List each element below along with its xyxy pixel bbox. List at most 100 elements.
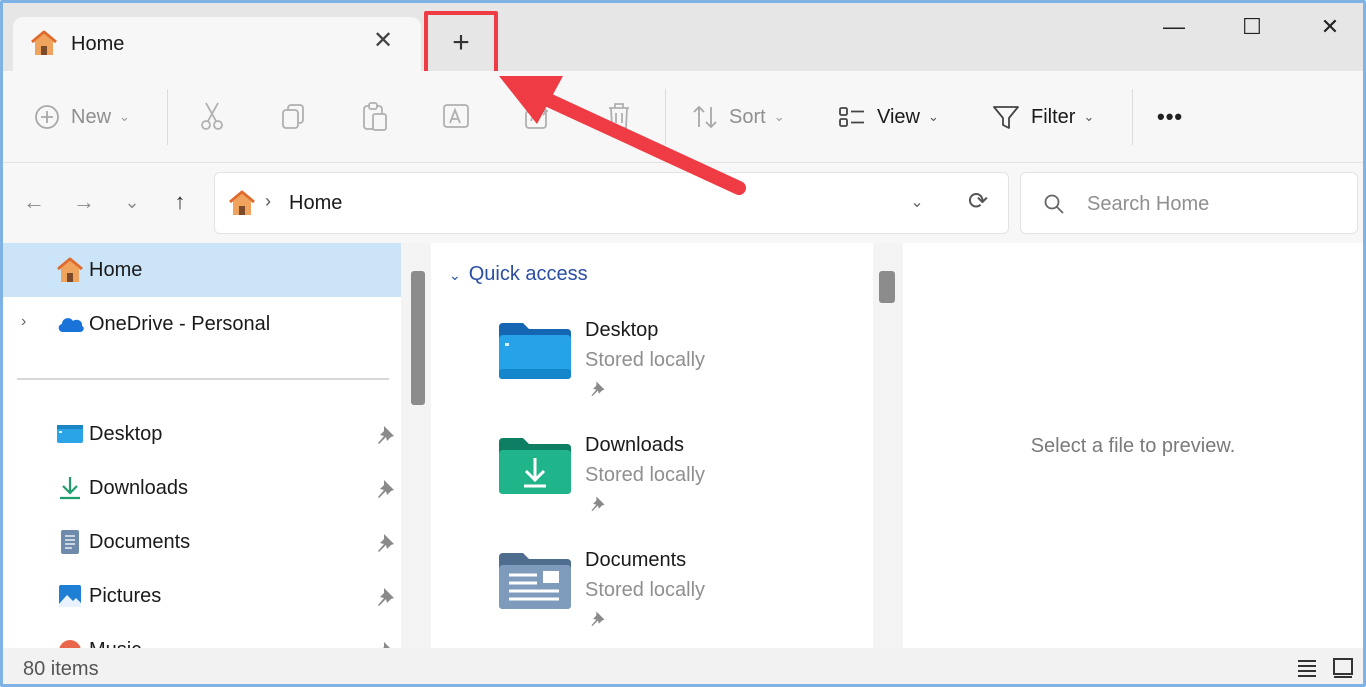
pin-icon [591, 381, 605, 397]
delete-icon[interactable] [603, 99, 635, 133]
tab-title: Home [71, 33, 125, 55]
item-name: Desktop [585, 319, 659, 341]
more-icon: ••• [1157, 104, 1184, 129]
new-label: New [71, 105, 112, 128]
sidebar-divider [17, 378, 389, 380]
sidebar-item-onedrive[interactable]: › OneDrive - Personal [3, 297, 401, 351]
up-button[interactable]: ↑ [163, 185, 197, 219]
sidebar-item-label: Desktop [89, 423, 163, 445]
content-pane: ⌄ Quick access Desktop Stored locally Do… [431, 243, 901, 648]
breadcrumb-home[interactable]: Home [289, 192, 342, 215]
sort-icon [693, 105, 717, 129]
address-history-button[interactable]: ⌄ [903, 189, 931, 217]
pin-icon [591, 611, 605, 627]
quick-access-header[interactable]: ⌄ Quick access [449, 263, 588, 286]
item-count: 80 items [23, 658, 99, 680]
sidebar-scrollbar-thumb[interactable] [411, 271, 425, 405]
filter-button[interactable]: Filter ⌄ [991, 71, 1094, 163]
quick-access-item-documents[interactable]: Documents Stored locally [497, 549, 807, 649]
search-box[interactable] [1020, 172, 1358, 234]
sidebar-item-label: Home [89, 259, 143, 281]
item-status: Stored locally [585, 579, 706, 601]
add-circle-icon [35, 105, 59, 129]
item-name: Downloads [585, 434, 684, 456]
item-name: Documents [585, 549, 687, 571]
tab-home[interactable]: Home ✕ [13, 17, 421, 73]
details-view-icon[interactable] [1295, 656, 1319, 680]
chevron-down-icon: ⌄ [928, 109, 939, 124]
sidebar-item-desktop[interactable]: Desktop [3, 407, 401, 461]
view-icon [839, 107, 864, 127]
minimize-button[interactable]: — [1139, 9, 1209, 45]
new-button[interactable]: New ⌄ [33, 71, 130, 163]
quick-access-item-desktop[interactable]: Desktop Stored locally [497, 319, 807, 419]
preview-pane: Select a file to preview. [903, 243, 1363, 648]
filter-label: Filter [1031, 105, 1076, 128]
desktop-folder-icon [57, 425, 83, 443]
item-status: Stored locally [585, 464, 706, 486]
sidebar-item-label: Documents [89, 531, 191, 553]
explorer-window: Home ✕ + — ☐ ✕ New ⌄ Sort ⌄ View ⌄ Filte… [0, 0, 1366, 687]
status-bar: 80 items [3, 648, 1363, 684]
sidebar-item-documents[interactable]: Documents [3, 515, 401, 569]
address-bar[interactable]: › Home ⌄ ⟳ [214, 172, 1009, 234]
toolbar-divider [1132, 89, 1133, 145]
sidebar-item-label: Music [89, 639, 141, 648]
sidebar-item-label: Pictures [89, 585, 162, 607]
chevron-down-icon: ⌄ [1083, 109, 1095, 124]
toolbar-divider [665, 89, 666, 145]
search-input[interactable] [1087, 187, 1337, 221]
music-icon [59, 640, 81, 648]
search-icon [1044, 194, 1064, 214]
sidebar-item-pictures[interactable]: Pictures [3, 569, 401, 623]
toolbar-divider [167, 89, 168, 145]
paste-icon[interactable] [359, 99, 391, 133]
close-tab-icon[interactable]: ✕ [369, 27, 397, 55]
back-button[interactable]: ← [17, 185, 51, 219]
chevron-down-icon: ⌄ [773, 109, 785, 124]
documents-folder-icon [499, 553, 571, 609]
rename-icon[interactable] [440, 99, 472, 133]
item-status: Stored locally [585, 349, 706, 371]
command-bar: New ⌄ Sort ⌄ View ⌄ Filter ⌄ ••• [3, 71, 1363, 163]
title-bar: Home ✕ + — ☐ ✕ [3, 3, 1363, 79]
filter-icon [993, 106, 1019, 129]
sort-label: Sort [729, 105, 766, 128]
home-icon [57, 257, 83, 282]
tiles-view-icon[interactable] [1331, 656, 1355, 680]
more-options-button[interactable]: ••• [1157, 71, 1183, 163]
breadcrumb-separator: › [265, 191, 271, 211]
expand-icon[interactable]: › [21, 313, 26, 331]
sidebar-item-label: OneDrive - Personal [89, 313, 271, 335]
view-button[interactable]: View ⌄ [837, 71, 939, 163]
cloud-icon [58, 318, 84, 332]
maximize-button[interactable]: ☐ [1217, 9, 1287, 45]
sidebar-item-label: Downloads [89, 477, 188, 499]
content-scrollbar-thumb[interactable] [879, 271, 895, 303]
sidebar-item-downloads[interactable]: Downloads [3, 461, 401, 515]
sidebar-item-home[interactable]: Home [3, 243, 401, 297]
refresh-button[interactable]: ⟳ [963, 187, 993, 217]
forward-button[interactable]: → [67, 185, 101, 219]
new-tab-button[interactable]: + [424, 11, 498, 79]
pin-icon[interactable] [375, 531, 397, 553]
downloads-folder-icon [499, 438, 571, 494]
quick-access-label: Quick access [468, 263, 588, 285]
share-icon[interactable] [521, 99, 553, 133]
sort-button[interactable]: Sort ⌄ [691, 71, 785, 163]
pin-icon[interactable] [375, 423, 397, 445]
home-icon [229, 190, 255, 215]
home-icon [31, 30, 57, 55]
sidebar-item-music[interactable]: Music [3, 623, 401, 648]
view-label: View [877, 105, 920, 128]
cut-icon[interactable] [196, 99, 228, 133]
copy-icon[interactable] [277, 99, 309, 133]
pin-icon[interactable] [375, 585, 397, 607]
recent-locations-button[interactable]: ⌄ [115, 185, 149, 219]
pin-icon[interactable] [375, 639, 397, 648]
pin-icon[interactable] [375, 477, 397, 499]
pictures-icon [59, 585, 81, 607]
quick-access-item-downloads[interactable]: Downloads Stored locally [497, 434, 807, 534]
close-window-button[interactable]: ✕ [1295, 9, 1363, 45]
content-scrollbar[interactable] [873, 243, 903, 648]
